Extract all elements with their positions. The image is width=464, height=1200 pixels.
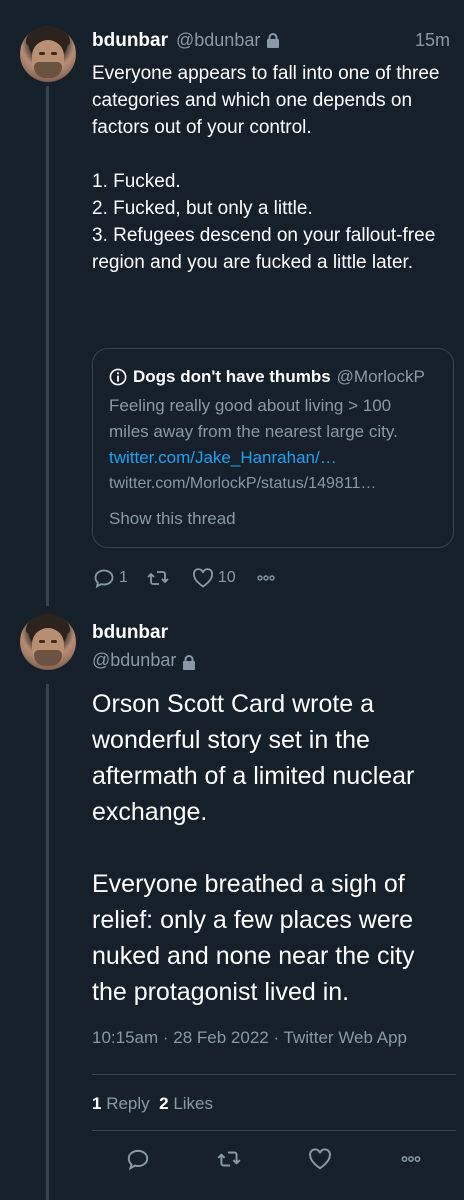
quoted-url[interactable]: twitter.com/MorlockP/status/149811… (109, 471, 435, 497)
like-count: 10 (217, 569, 236, 586)
lock-icon (183, 655, 196, 670)
like-icon (192, 568, 213, 588)
quoted-tweet[interactable]: Dogs don't have thumbs @MorlockP Feeling… (92, 348, 454, 548)
reply-count: 1 (119, 569, 128, 586)
tweet-text: Everyone appears to fall into one of thr… (92, 63, 440, 273)
more-icon[interactable] (398, 1146, 424, 1172)
more-button[interactable] (254, 566, 278, 590)
reply-icon[interactable] (125, 1146, 151, 1172)
lock-icon (267, 33, 280, 48)
author-handle[interactable]: @bdunbar (92, 650, 176, 671)
show-thread-link[interactable]: Show this thread (109, 509, 437, 529)
quoted-tweet-text: Feeling really good about living > 100 m… (109, 393, 435, 497)
reply-button[interactable]: 1 (92, 566, 128, 590)
tweet-timestamp[interactable]: 10:15am · 28 Feb 2022 · Twitter Web App (92, 1028, 407, 1048)
reply-label[interactable]: Reply (106, 1094, 149, 1113)
divider (92, 1074, 456, 1075)
quoted-author-name: Dogs don't have thumbs (133, 367, 331, 386)
author-handle[interactable]: @bdunbar (176, 30, 260, 51)
reply-icon (94, 569, 114, 589)
avatar[interactable] (20, 614, 76, 670)
tweet-stats: 1 Reply 2 Likes (92, 1094, 213, 1114)
quoted-link[interactable]: twitter.com/Jake_Hanrahan/… (109, 448, 337, 467)
retweet-button[interactable] (146, 566, 173, 590)
thread-line-1 (46, 86, 49, 606)
more-icon (257, 575, 275, 581)
divider (92, 1130, 456, 1131)
tweet-text: Orson Scott Card wrote a wonderful story… (92, 690, 415, 1006)
thread-line-2 (46, 684, 49, 1200)
tweet-actions (92, 1144, 456, 1174)
author-handle-row: @bdunbar (92, 650, 196, 671)
avatar[interactable] (20, 26, 76, 82)
likes-label[interactable]: Likes (173, 1094, 213, 1113)
retweet-icon[interactable] (216, 1146, 242, 1172)
quoted-author-handle: @MorlockP (336, 367, 425, 386)
author-name[interactable]: bdunbar (92, 30, 168, 52)
retweet-icon (147, 571, 169, 585)
quoted-text-body: Feeling really good about living > 100 m… (109, 396, 398, 441)
info-icon (109, 368, 127, 386)
tweet-header: bdunbar @bdunbar 15m (92, 30, 450, 56)
like-count: 2 (159, 1094, 169, 1113)
like-button[interactable]: 10 (191, 566, 236, 590)
like-icon[interactable] (307, 1146, 333, 1172)
reply-count: 1 (92, 1094, 102, 1113)
quoted-tweet-header: Dogs don't have thumbs @MorlockP (109, 367, 437, 387)
tweet-actions: 1 10 (92, 566, 296, 590)
tweet-time[interactable]: 15m (415, 30, 450, 51)
author-name[interactable]: bdunbar (92, 622, 168, 644)
